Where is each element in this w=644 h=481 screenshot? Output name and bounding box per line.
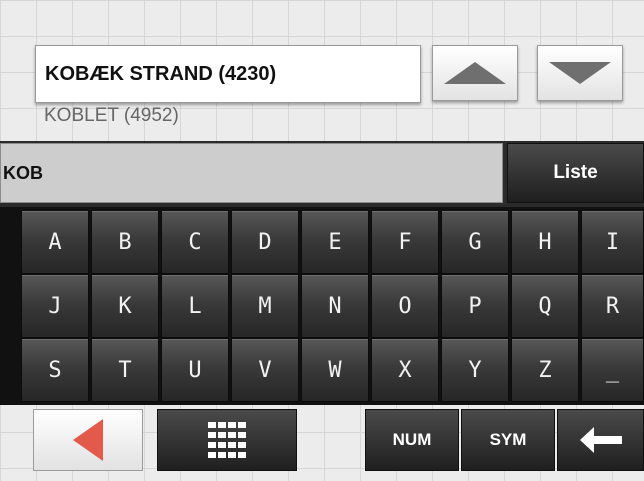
keypad-grid-icon: [208, 422, 246, 458]
back-arrow-icon: [73, 419, 103, 461]
key[interactable]: I: [581, 210, 644, 274]
backspace-arrow-icon: [579, 427, 622, 453]
key[interactable]: U: [161, 338, 229, 402]
search-input[interactable]: KOB: [0, 143, 503, 203]
key[interactable]: B: [91, 210, 159, 274]
key[interactable]: F: [371, 210, 439, 274]
key[interactable]: H: [511, 210, 579, 274]
key[interactable]: Y: [441, 338, 509, 402]
keyboard: A B C D E F G H I J K L M N O P Q R S T …: [0, 207, 644, 405]
key[interactable]: D: [231, 210, 299, 274]
key[interactable]: A: [21, 210, 89, 274]
scroll-up-button[interactable]: [432, 45, 518, 101]
key[interactable]: G: [441, 210, 509, 274]
key[interactable]: X: [371, 338, 439, 402]
key[interactable]: T: [91, 338, 159, 402]
sym-button[interactable]: SYM: [461, 409, 555, 471]
back-button[interactable]: [33, 409, 143, 471]
key[interactable]: L: [161, 274, 229, 338]
key[interactable]: M: [231, 274, 299, 338]
key[interactable]: _: [581, 338, 644, 402]
key[interactable]: N: [301, 274, 369, 338]
key[interactable]: Z: [511, 338, 579, 402]
suggestion-next[interactable]: KOBLET (4952): [44, 105, 179, 127]
scroll-down-button[interactable]: [537, 45, 623, 101]
key[interactable]: C: [161, 210, 229, 274]
key[interactable]: K: [91, 274, 159, 338]
backspace-button[interactable]: [557, 409, 644, 471]
key[interactable]: J: [21, 274, 89, 338]
key[interactable]: P: [441, 274, 509, 338]
keypad-toggle-button[interactable]: [157, 409, 297, 471]
triangle-down-icon: [549, 62, 611, 84]
key[interactable]: Q: [511, 274, 579, 338]
key[interactable]: W: [301, 338, 369, 402]
num-button[interactable]: NUM: [365, 409, 459, 471]
key[interactable]: S: [21, 338, 89, 402]
key[interactable]: O: [371, 274, 439, 338]
triangle-up-icon: [444, 62, 506, 84]
key[interactable]: V: [231, 338, 299, 402]
key[interactable]: R: [581, 274, 644, 338]
list-button[interactable]: Liste: [507, 143, 644, 203]
key[interactable]: E: [301, 210, 369, 274]
suggestion-selected[interactable]: KOBÆK STRAND (4230): [35, 45, 421, 103]
